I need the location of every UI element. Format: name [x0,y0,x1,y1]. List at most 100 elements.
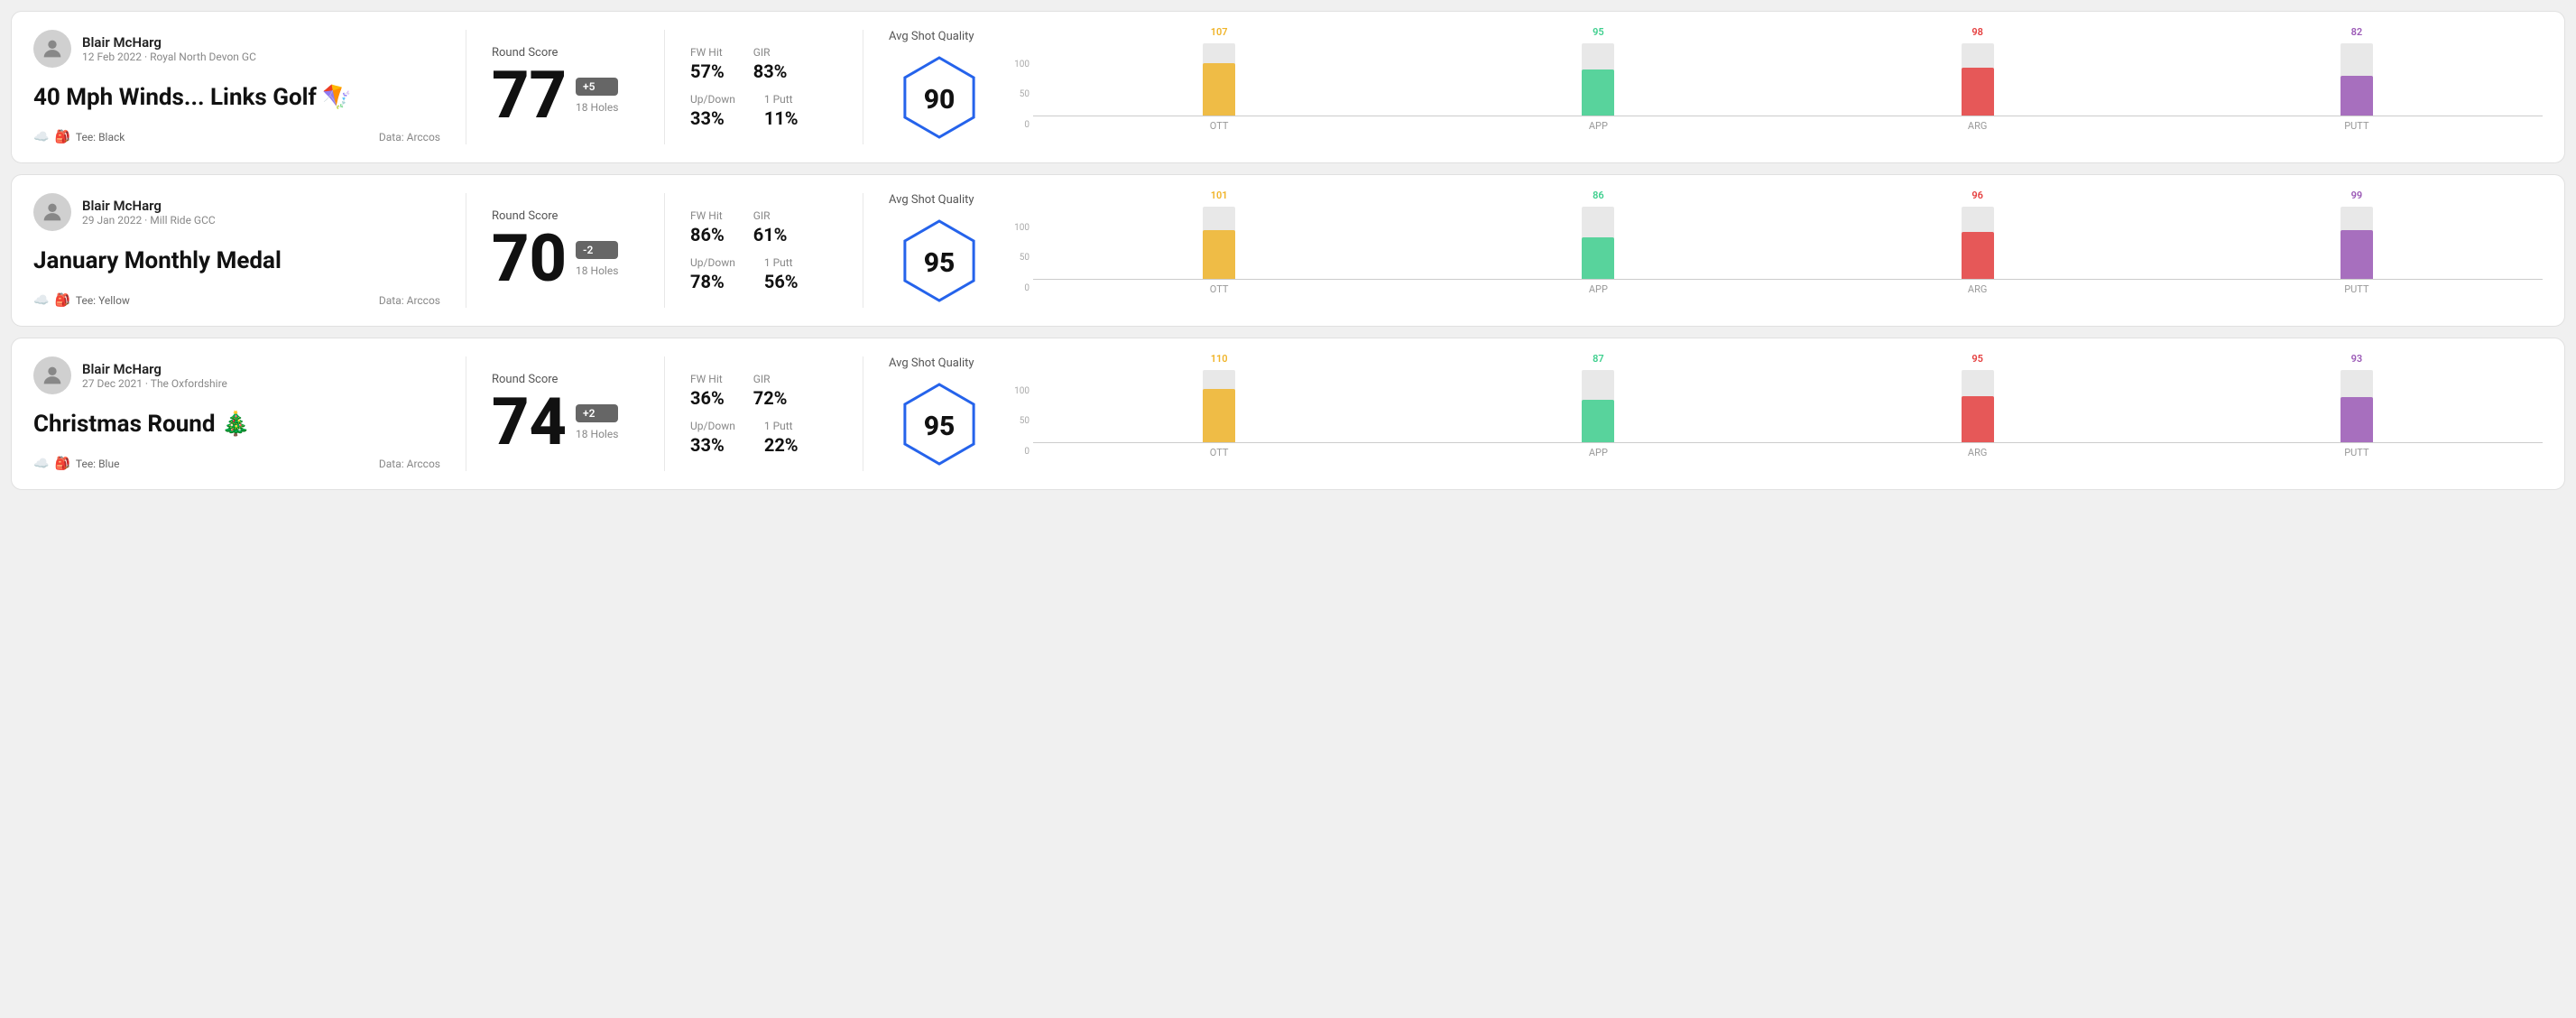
avatar [33,356,71,394]
round-footer: ☁️ 🎒 Tee: Yellow Data: Arccos [33,293,440,308]
player-meta: 12 Feb 2022 · Royal North Devon GC [82,51,256,63]
gir-label: GIR [753,209,788,222]
bar-col-label: PUTT [2171,283,2543,295]
stat-oneputt: 1 Putt 22% [764,420,799,456]
y-axis-label: 0 [1008,283,1029,293]
data-source: Data: Arccos [379,294,440,307]
stats-row-bottom: Up/Down 33% 1 Putt 11% [690,93,837,129]
fw-hit-label: FW Hit [690,373,725,385]
stat-updown: Up/Down 78% [690,256,735,292]
bar-value-label: 110 [1211,353,1228,365]
bag-icon: 🎒 [54,457,69,471]
tee-label: Tee: Yellow [76,294,130,307]
y-axis-label: 50 [1008,253,1029,263]
stat-gir: GIR 72% [753,373,788,409]
score-badge: +5 [576,78,618,96]
updown-label: Up/Down [690,420,735,432]
chart-bar-putt: 82 [2171,26,2543,116]
bar-chart: 100500 101 86 96 [1008,207,2543,295]
weather-icon: ☁️ [33,293,49,308]
player-name: Blair McHarg [82,361,227,377]
bar-value-label: 107 [1211,26,1228,38]
updown-value: 33% [690,107,735,129]
y-axis-label: 50 [1008,416,1029,426]
player-info: Blair McHarg 12 Feb 2022 · Royal North D… [82,34,256,63]
svg-text:90: 90 [924,84,956,116]
updown-label: Up/Down [690,93,735,106]
bar-col-label: APP [1412,283,1784,295]
score-row: 74 +2 18 Holes [492,390,639,455]
avatar [33,30,71,68]
card-quality-round3: Avg Shot Quality 95 100 50 0 110 87 [863,356,2543,471]
bar-value-label: 86 [1593,190,1604,201]
bar-col-label: ARG [1792,283,2164,295]
card-score-round1: Round Score 77 +5 18 Holes [466,30,665,144]
bar-value-label: 96 [1971,190,1983,201]
y-axis-label: 0 [1008,447,1029,457]
score-meta: +2 18 Holes [576,404,618,440]
fw-hit-value: 36% [690,387,725,409]
round-footer: ☁️ 🎒 Tee: Blue Data: Arccos [33,457,440,471]
bar-chart: 100500 107 95 98 [1008,43,2543,132]
player-info: Blair McHarg 29 Jan 2022 · Mill Ride GCC [82,198,216,227]
chart-bar-app: 87 [1412,353,1784,442]
player-header: Blair McHarg 12 Feb 2022 · Royal North D… [33,30,440,68]
tee-label: Tee: Black [76,131,125,143]
quality-hexagon: 95 [889,377,990,471]
gir-value: 83% [753,60,788,82]
y-axis-label: 0 [1008,120,1029,130]
bar-value-label: 101 [1211,190,1228,201]
y-axis-label: 50 [1008,89,1029,99]
player-meta: 29 Jan 2022 · Mill Ride GCC [82,214,216,227]
svg-text:95: 95 [924,247,956,279]
chart-bar-arg: 98 [1792,26,2164,116]
gir-value: 61% [753,224,788,245]
round-card-round1: Blair McHarg 12 Feb 2022 · Royal North D… [11,11,2565,163]
round-card-round3: Blair McHarg 27 Dec 2021 · The Oxfordshi… [11,338,2565,490]
oneputt-label: 1 Putt [764,420,799,432]
y-axis-label: 100 [1008,386,1029,396]
bar-col-label: PUTT [2171,120,2543,132]
stat-fw-hit: FW Hit 57% [690,46,725,82]
bar-value-label: 98 [1971,26,1983,38]
fw-hit-value: 57% [690,60,725,82]
stats-row-bottom: Up/Down 78% 1 Putt 56% [690,256,837,292]
bar-value-label: 87 [1593,353,1604,365]
quality-hexagon: 90 [889,51,990,144]
card-stats-round3: FW Hit 36% GIR 72% Up/Down 33% 1 Putt [665,356,863,471]
quality-left: Avg Shot Quality 90 [889,30,990,144]
quality-label: Avg Shot Quality [889,356,974,370]
bar-col-label: APP [1412,120,1784,132]
score-holes: 18 Holes [576,101,618,114]
player-name: Blair McHarg [82,198,216,214]
gir-value: 72% [753,387,788,409]
fw-hit-label: FW Hit [690,209,725,222]
score-meta: +5 18 Holes [576,78,618,114]
card-left-round1: Blair McHarg 12 Feb 2022 · Royal North D… [33,30,466,144]
bar-col-label: ARG [1792,120,2164,132]
quality-hexagon: 95 [889,214,990,308]
weather-icon: ☁️ [33,457,49,471]
bar-col-label: ARG [1792,447,2164,458]
round-title: January Monthly Medal [33,247,440,274]
stat-gir: GIR 83% [753,46,788,82]
score-row: 70 -2 18 Holes [492,227,639,292]
updown-value: 78% [690,271,735,292]
tee-label: Tee: Blue [76,458,120,470]
tee-info: ☁️ 🎒 Tee: Black [33,130,125,144]
stat-updown: Up/Down 33% [690,420,735,456]
tee-info: ☁️ 🎒 Tee: Blue [33,457,119,471]
score-badge: -2 [576,241,618,259]
weather-icon: ☁️ [33,130,49,144]
bar-col-label: OTT [1033,120,1405,132]
updown-value: 33% [690,434,735,456]
round-footer: ☁️ 🎒 Tee: Black Data: Arccos [33,130,440,144]
score-number: 74 [492,390,567,455]
oneputt-value: 22% [764,434,799,456]
bar-col-label: OTT [1033,447,1405,458]
score-number: 77 [492,63,567,128]
stat-gir: GIR 61% [753,209,788,245]
data-source: Data: Arccos [379,131,440,143]
bar-col-label: APP [1412,447,1784,458]
avatar [33,193,71,231]
